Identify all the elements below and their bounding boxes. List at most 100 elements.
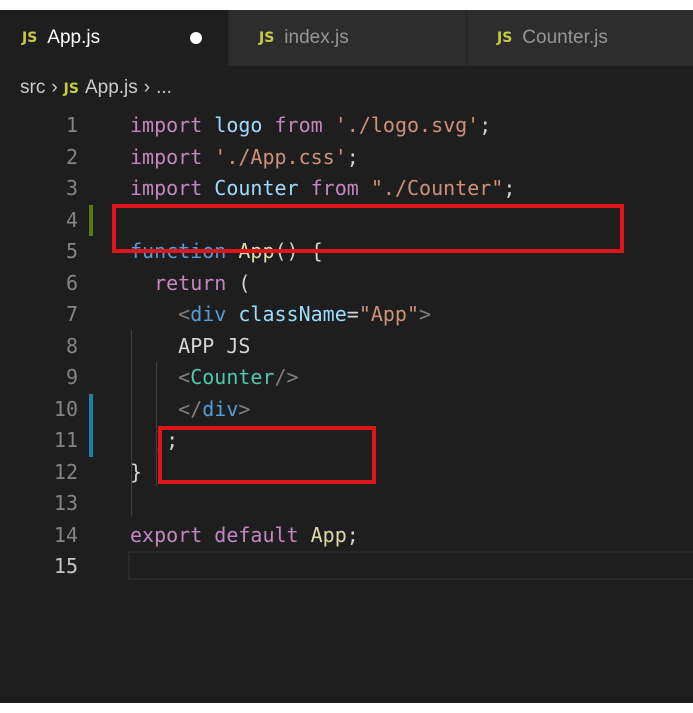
code-text: import logo from './logo.svg'; [130,110,491,142]
line-number: 4 [65,207,78,232]
code-text: } [130,457,142,489]
code-token: return [154,270,227,295]
code-token: ; [346,144,359,169]
line-number: 14 [53,522,78,547]
code-editor: JS App.js JS index.js JS Counter.js src … [0,10,693,703]
breadcrumb-file[interactable]: JS App.js [64,77,138,99]
line-number: 2 [65,144,78,169]
highlight-box [112,204,624,253]
code-token: ; [479,113,492,137]
code-line[interactable]: 14 export default App; [0,520,693,552]
code-token: className [238,302,347,326]
current-line-highlight [128,551,693,580]
code-token: div [190,302,227,326]
code-text: <div className="App"> [130,299,431,331]
code-token: > [238,396,251,421]
breadcrumb-file-label: App.js [84,77,138,98]
code-line[interactable]: 2 import './App.css'; [0,142,693,174]
code-token: "App" [358,302,420,326]
code-lines[interactable]: 1 import logo from './logo.svg'; 2 import '… [0,110,693,583]
chevron-right-icon: › [51,77,58,98]
code-line[interactable]: 1 import logo from './logo.svg'; [0,110,693,142]
code-line[interactable]: 13 [0,488,693,520]
js-file-icon: JS [63,81,79,97]
code-line[interactable]: 9 <Counter/> [0,362,693,394]
breadcrumb: src › JS App.js › ... [0,66,693,110]
code-text: APP JS [130,331,250,363]
code-token: App [310,522,347,547]
code-line[interactable]: 8 APP JS [0,331,693,363]
code-line[interactable]: 15 [0,551,693,583]
code-token: ( [226,270,251,295]
code-line[interactable]: 6 return ( [0,268,693,300]
tab-bar: JS App.js JS index.js JS Counter.js [0,10,693,66]
line-number: 3 [65,176,78,200]
code-line[interactable]: 3 import Counter from "./Counter"; [0,173,693,205]
breadcrumb-symbols[interactable]: ... [156,77,172,99]
line-number: 6 [65,270,78,295]
line-number: 15 [53,554,78,578]
tab-index-js[interactable]: JS index.js [228,10,466,66]
chevron-right-icon: › [143,77,151,98]
tab-label: index.js [284,27,349,48]
code-token: from [274,113,323,137]
line-number: 11 [53,428,78,452]
code-text: export default App; [130,520,359,552]
line-number: 13 [53,491,78,515]
line-number: 7 [65,302,78,326]
code-token: from [310,176,359,200]
code-token: export [130,522,203,547]
code-token: = [346,302,359,326]
code-text: <Counter/> [130,362,298,394]
code-token: > [419,302,432,326]
code-token: < [178,302,191,326]
code-token: ; [346,522,359,547]
code-text: import Counter from "./Counter"; [130,173,515,205]
line-number: 12 [53,459,78,484]
code-token: div [202,396,239,421]
code-token: ; [503,176,516,200]
code-token: logo [214,113,263,137]
breadcrumb-folder[interactable]: src [20,77,45,99]
code-token: Counter [190,365,275,389]
code-token: import [130,144,203,169]
code-line[interactable]: 7 <div className="App"> [0,299,693,331]
code-token: </ [178,396,203,421]
code-token: default [214,522,299,547]
code-token: import [130,176,203,200]
tab-label: App.js [47,27,101,48]
code-text: import './App.css'; [130,142,359,174]
js-file-icon: JS [259,30,275,46]
tab-label: Counter.js [522,27,608,48]
code-token: < [178,365,191,389]
code-text: return ( [130,268,250,300]
js-file-icon: JS [497,30,513,46]
line-number: 8 [65,333,78,358]
js-file-icon: JS [22,30,38,46]
tab-app-js[interactable]: JS App.js [0,10,228,66]
code-token: import [130,113,203,137]
code-line[interactable]: 10 </div> [0,394,693,426]
line-number: 1 [65,113,78,137]
code-token: APP JS [130,333,251,358]
unsaved-dot-icon[interactable] [190,32,202,44]
highlight-box [158,426,376,484]
tab-counter-js[interactable]: JS Counter.js [466,10,693,66]
code-token: } [130,459,143,484]
code-token: Counter [214,176,299,200]
code-token: './App.css' [214,144,347,169]
line-number: 9 [65,365,78,389]
code-text: </div> [130,394,250,426]
